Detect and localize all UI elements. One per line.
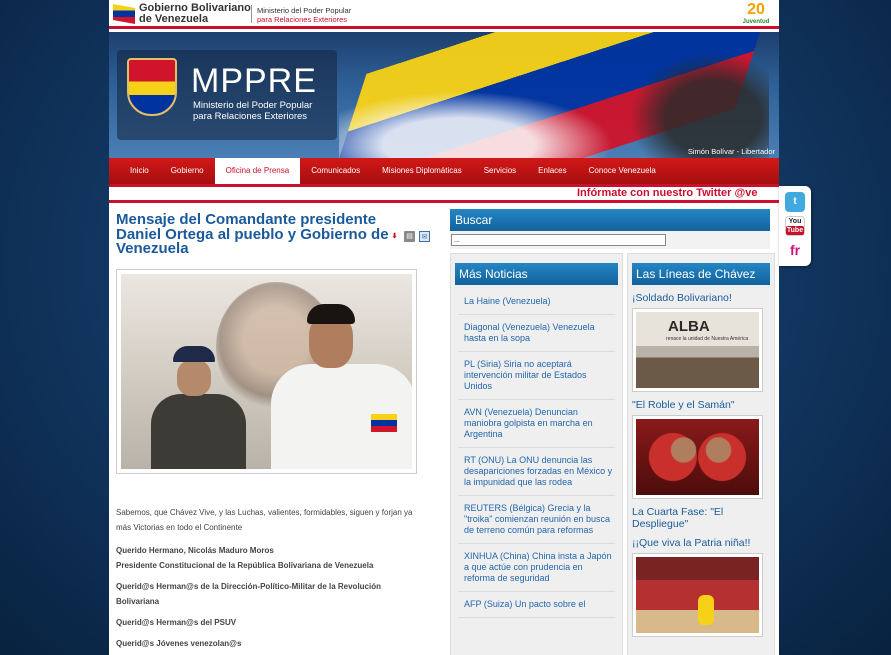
article-greeting: Querid@s Jóvenes venezolan@s (116, 639, 242, 648)
nav-oficina-de-prensa[interactable]: Oficina de Prensa (214, 158, 301, 184)
nav-conoce-venezuela[interactable]: Conoce Venezuela (578, 158, 667, 184)
article-greeting: Querid@s Herman@s del PSUV (116, 618, 237, 627)
clouds-graphic (339, 82, 639, 158)
nav-gobierno[interactable]: Gobierno (160, 158, 215, 184)
news-item[interactable]: AFP (Suiza) Un pacto sobre el (458, 592, 615, 618)
news-item[interactable]: AVN (Venezuela) Denuncian maniobra golpi… (458, 400, 615, 448)
alba-image-text: ALBA (668, 318, 710, 335)
juventud-label: Juventud (742, 19, 770, 25)
news-list: La Haine (Venezuela) Diagonal (Venezuela… (458, 289, 615, 618)
lineas-de-chavez-panel: Las Líneas de Chávez ¡Soldado Bolivarian… (627, 253, 775, 655)
linea-title[interactable]: ¡Soldado Bolivariano! (632, 292, 770, 304)
youtube-top-text: You (788, 218, 802, 225)
print-icon[interactable]: ▤ (404, 231, 415, 242)
juventud-number: 20 (747, 1, 765, 18)
banner-subtitle: Ministerio del Poder Popular para Relaci… (193, 100, 312, 122)
person-in-cap (151, 346, 246, 469)
banner-caption: Simón Bolívar - Libertador (687, 147, 775, 156)
linea-title[interactable]: ¡¡Que viva la Patria niña!! (632, 537, 770, 549)
person-cap (173, 346, 215, 362)
government-top-strip: Gobierno Bolivariano de Venezuela Minist… (109, 0, 779, 29)
nav-enlaces[interactable]: Enlaces (527, 158, 577, 184)
lineas-list: ¡Soldado Bolivariano! ALBA renace la uni… (632, 292, 770, 637)
nav-comunicados[interactable]: Comunicados (300, 158, 371, 184)
pdf-icon[interactable]: ⬇ (389, 231, 400, 242)
coat-of-arms-icon (127, 58, 177, 116)
alba-image-subtext: renace la unidad de Nuestra América (666, 336, 749, 342)
ministry-line2: para Relaciones Exteriores (257, 15, 348, 24)
news-item[interactable]: RT (ONU) La ONU denuncia las desaparicio… (458, 448, 615, 496)
nav-misiones-diplomaticas[interactable]: Misiones Diplomáticas (371, 158, 473, 184)
news-ticker: Infórmate con nuestro Twitter @ve (109, 184, 779, 203)
article-photo (116, 269, 417, 474)
linea-image[interactable]: ALBA renace la unidad de Nuestra América (632, 308, 763, 392)
ministry-line1: Ministerio del Poder Popular (257, 6, 352, 15)
photo-child (698, 595, 714, 625)
bolivar-statue-graphic (629, 52, 769, 158)
news-item[interactable]: Diagonal (Venezuela) Venezuela hasta en … (458, 315, 615, 352)
article-greeting: Querid@s Herman@s de la Dirección-Políti… (116, 582, 381, 606)
search-input[interactable] (451, 234, 666, 246)
news-item[interactable]: PL (Siria) Siria no aceptará intervenció… (458, 352, 615, 400)
venezuela-flag-icon (113, 4, 135, 24)
mas-noticias-panel: Más Noticias La Haine (Venezuela) Diagon… (450, 253, 623, 655)
article-photo-image (121, 274, 412, 469)
page-container: Gobierno Bolivariano de Venezuela Minist… (109, 0, 779, 655)
person-hair (307, 304, 355, 324)
patria-nina-photo (636, 557, 759, 633)
twitter-icon[interactable]: t (785, 192, 805, 212)
social-sidebar: t You Tube fr (779, 186, 811, 266)
article-tools: ⬇ ▤ ✉ (389, 231, 430, 242)
flickr-icon[interactable]: fr (785, 240, 805, 260)
article-greeting: Presidente Constitucional de la Repúblic… (116, 561, 374, 570)
search-heading: Buscar (450, 209, 770, 231)
mas-noticias-heading: Más Noticias (455, 263, 618, 285)
news-item[interactable]: La Haine (Venezuela) (458, 289, 615, 315)
search-box (450, 231, 770, 249)
email-icon[interactable]: ✉ (419, 231, 430, 242)
flag-badge (371, 414, 397, 432)
linea-image[interactable] (632, 415, 763, 499)
banner-title: MPPRE (191, 62, 317, 100)
header-divider (251, 5, 252, 23)
ticker-text[interactable]: Infórmate con nuestro Twitter @ve (577, 187, 757, 200)
linea-image[interactable] (632, 553, 763, 637)
alba-photo: ALBA renace la unidad de Nuestra América (636, 312, 759, 388)
juventud-logo[interactable]: 20 Juventud (737, 1, 775, 27)
lineas-heading: Las Líneas de Chávez (632, 263, 770, 285)
main-nav: Inicio Gobierno Oficina de Prensa Comuni… (109, 158, 779, 184)
gov-logo-text[interactable]: Gobierno Bolivariano de Venezuela (139, 3, 251, 25)
gov-line2: de Venezuela (139, 13, 209, 25)
youtube-bottom-text: Tube (786, 226, 804, 235)
article-paragraph: Sabemos, que Chávez Vive, y las Luchas, … (116, 508, 413, 532)
news-item[interactable]: REUTERS (Bélgica) Grecia y la "troika" c… (458, 496, 615, 544)
person-in-white (271, 304, 412, 469)
banner-subtitle-line1: Ministerio del Poder Popular (193, 100, 313, 111)
article-greeting: Querido Hermano, Nicolás Maduro Moros (116, 546, 274, 555)
nav-servicios[interactable]: Servicios (473, 158, 527, 184)
header-banner: MPPRE Ministerio del Poder Popular para … (109, 32, 779, 158)
roble-saman-photo (636, 419, 759, 495)
youtube-icon[interactable]: You Tube (785, 216, 805, 236)
ministry-small-text: Ministerio del Poder Popular para Relaci… (257, 6, 351, 24)
news-item[interactable]: XINHUA (China) China insta a Japón a que… (458, 544, 615, 592)
banner-subtitle-line2: para Relaciones Exteriores (193, 111, 308, 122)
person-face (177, 360, 211, 396)
photo-faces (666, 433, 736, 467)
article-body: Sabemos, que Chávez Vive, y las Luchas, … (116, 505, 421, 655)
person-body (151, 394, 246, 469)
linea-title[interactable]: La Cuarta Fase: "El Despliegue" (632, 506, 770, 530)
article-title: Mensaje del Comandante presidente Daniel… (116, 211, 389, 257)
linea-title[interactable]: "El Roble y el Samán" (632, 399, 770, 411)
nav-inicio[interactable]: Inicio (119, 158, 160, 184)
